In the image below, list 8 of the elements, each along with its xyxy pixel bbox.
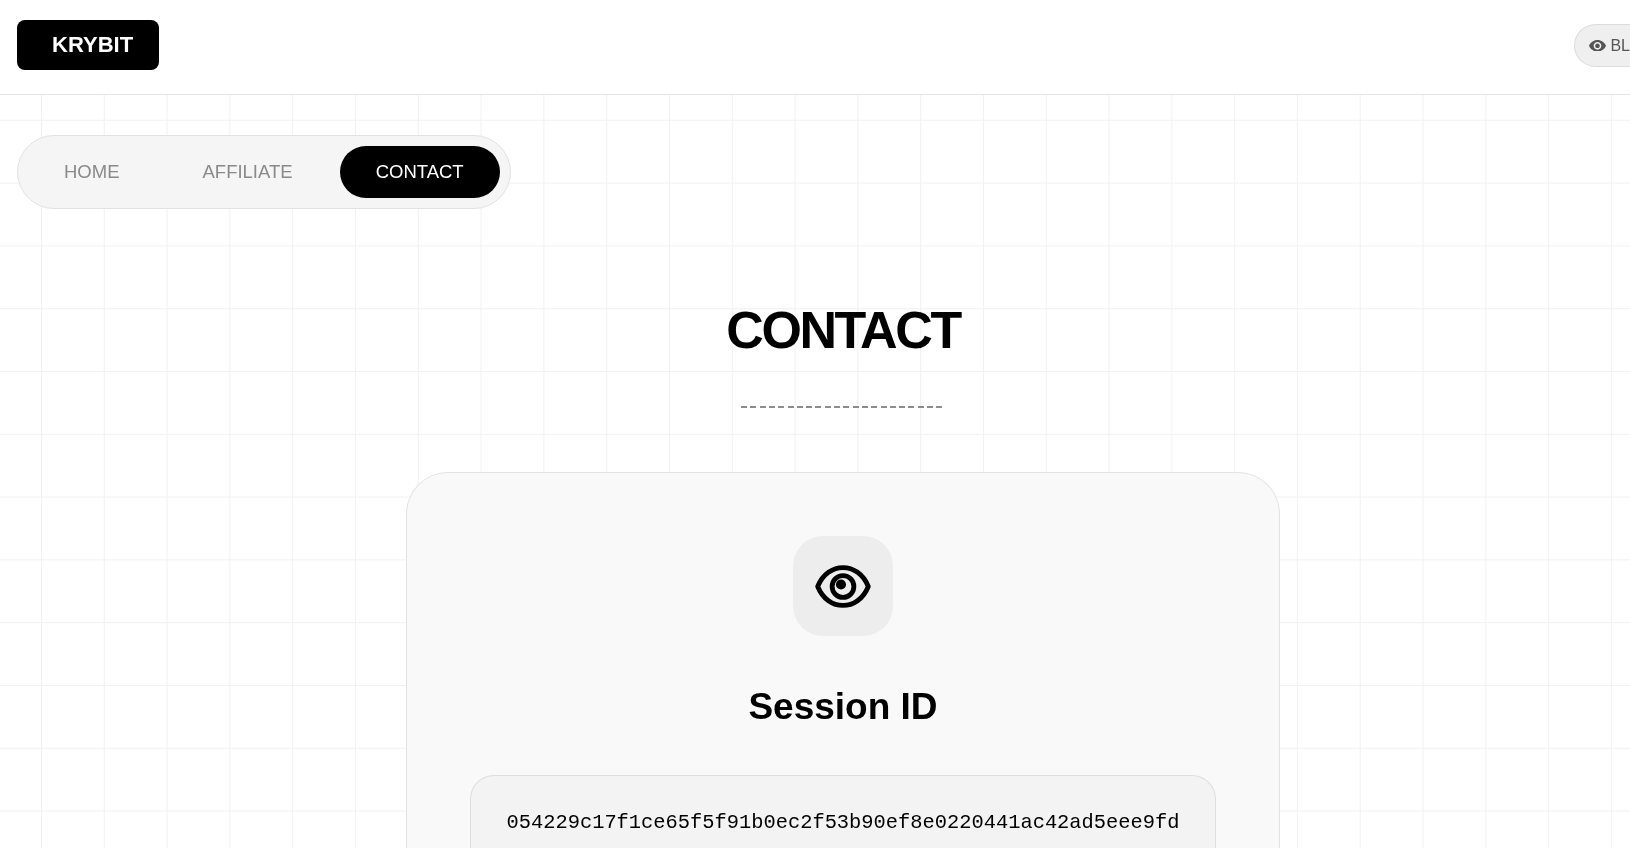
header-button[interactable]: BL (1574, 24, 1630, 67)
card-title: Session ID (748, 685, 938, 729)
logo: KRYBIT (17, 20, 160, 70)
page-title: CONTACT (726, 300, 960, 360)
session-id-block: 054229c17f1ce65f5f91b0ec2f53b90ef8e0220441ac42ad5eee9fd (470, 775, 1216, 848)
nav-tab[interactable]: CONTACT (339, 146, 500, 198)
eye-icon (1589, 39, 1607, 52)
eye-icon (793, 536, 893, 636)
